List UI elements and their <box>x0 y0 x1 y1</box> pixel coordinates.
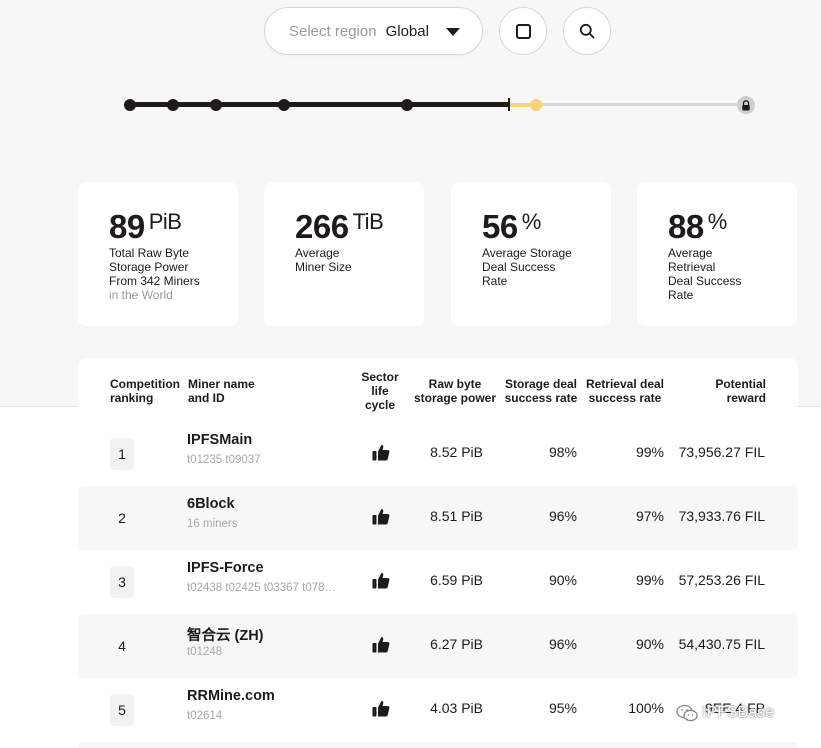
storage-rate: 96% <box>548 636 577 652</box>
watermark: IPFSBase <box>676 704 774 722</box>
rank-badge: 3 <box>110 566 134 598</box>
timeline-current-marker <box>508 98 510 111</box>
rank-badge: 4 <box>118 638 126 654</box>
stat-value: 89 PiB <box>109 208 182 245</box>
search-icon <box>579 23 595 39</box>
miner-id: 16 miners <box>187 518 238 530</box>
search-button[interactable] <box>563 7 611 55</box>
raw-power: 4.03 PiB <box>430 700 483 716</box>
retrieval-rate: 99% <box>635 444 664 460</box>
stat-card-average-miner-size: 266 TiB Average Miner Size <box>264 182 424 326</box>
miner-id: t01248 <box>187 646 223 658</box>
stat-value: 88% <box>668 208 727 245</box>
region-select[interactable]: Select region Global <box>264 7 483 55</box>
watermark-text: IPFSBase <box>702 704 775 721</box>
square-icon <box>515 23 531 39</box>
raw-power: 6.27 PiB <box>430 636 483 652</box>
timeline-step[interactable] <box>401 99 413 111</box>
stat-description: Average Retrieval Deal Success Rate <box>668 246 742 302</box>
timeline-step[interactable] <box>278 99 290 111</box>
thumbs-up-icon <box>372 637 390 653</box>
timeline-step[interactable] <box>167 99 179 111</box>
potential-reward: 73,956.27 FIL <box>678 444 765 460</box>
table-row[interactable]: 1 IPFSMain t01235 t09037 8.52 PiB 98% 99… <box>78 422 798 486</box>
column-header-miner[interactable]: Miner name and ID <box>188 377 255 405</box>
column-header-ranking[interactable]: Competition ranking <box>110 377 180 405</box>
rank-badge: 2 <box>118 510 126 526</box>
miner-name[interactable]: 智合云 (ZH) <box>187 624 264 645</box>
potential-reward: 73,933.76 FIL <box>678 508 765 524</box>
stat-description: Average Miner Size <box>295 246 352 274</box>
retrieval-rate: 99% <box>635 572 664 588</box>
stat-description: Total Raw Byte Storage Power From 342 Mi… <box>109 246 200 302</box>
thumbs-up-icon <box>372 509 390 525</box>
stat-card-total-power: 89 PiB Total Raw Byte Storage Power From … <box>78 182 238 326</box>
column-header-sector[interactable]: Sector life cycle <box>355 370 405 412</box>
stat-description: Average Storage Deal Success Rate <box>482 246 572 288</box>
storage-rate: 98% <box>548 444 577 460</box>
retrieval-rate: 97% <box>635 508 664 524</box>
table-row[interactable]: 3 IPFS-Force t02438 t02425 t03367 t078… … <box>78 550 798 614</box>
miner-name[interactable]: RRMine.com <box>187 688 275 704</box>
timeline-step[interactable] <box>124 99 136 111</box>
stat-value: 266 TiB <box>295 208 384 245</box>
raw-power: 8.52 PiB <box>430 444 483 460</box>
square-button[interactable] <box>499 7 547 55</box>
miner-id: t02438 t02425 t03367 t078… <box>187 582 336 594</box>
miner-name[interactable]: 6Block <box>187 496 235 512</box>
stat-card-retrieval-deal-rate: 88% Average Retrieval Deal Success Rate <box>637 182 797 326</box>
caret-down-icon <box>446 28 460 36</box>
table-row[interactable] <box>78 742 798 748</box>
potential-reward: 57,253.26 FIL <box>678 572 765 588</box>
rank-badge: 1 <box>110 438 134 470</box>
rank-badge: 5 <box>110 694 134 726</box>
lock-icon <box>742 99 750 110</box>
thumbs-up-icon <box>372 573 390 589</box>
region-select-label: Select region <box>289 22 377 40</box>
stat-card-storage-deal-rate: 56% Average Storage Deal Success Rate <box>451 182 611 326</box>
storage-rate: 96% <box>548 508 577 524</box>
timeline-track-completed <box>130 102 509 107</box>
wechat-icon <box>676 704 698 722</box>
timeline-step-current[interactable] <box>530 99 542 111</box>
raw-power: 8.51 PiB <box>430 508 483 524</box>
timeline-track-remaining <box>508 103 746 106</box>
column-header-retrieval-rate[interactable]: Retrieval deal success rate <box>583 377 667 405</box>
table-row[interactable]: 4 智合云 (ZH) t01248 6.27 PiB 96% 90% 54,43… <box>78 614 798 678</box>
storage-rate: 95% <box>548 700 577 716</box>
timeline-lock <box>737 96 755 114</box>
miner-name[interactable]: IPFS-Force <box>187 560 264 576</box>
potential-reward: 54,430.75 FIL <box>678 636 765 652</box>
retrieval-rate: 100% <box>628 700 664 716</box>
storage-rate: 90% <box>548 572 577 588</box>
retrieval-rate: 90% <box>635 636 664 652</box>
timeline-step[interactable] <box>210 99 222 111</box>
miner-id: t01235 t09037 <box>187 454 261 466</box>
miner-name[interactable]: IPFSMain <box>187 432 252 448</box>
region-select-value: Global <box>385 22 429 40</box>
table-row[interactable]: 2 6Block 16 miners 8.51 PiB 96% 97% 73,9… <box>78 486 798 550</box>
thumbs-up-icon <box>372 445 390 461</box>
raw-power: 6.59 PiB <box>430 572 483 588</box>
miner-id: t02614 <box>187 710 223 722</box>
column-header-reward[interactable]: Potential reward <box>690 377 766 405</box>
thumbs-up-icon <box>372 701 390 717</box>
stat-value: 56% <box>482 208 541 245</box>
column-header-raw-power[interactable]: Raw byte storage power <box>410 377 500 405</box>
column-header-storage-rate[interactable]: Storage deal success rate <box>501 377 581 405</box>
progress-timeline <box>120 90 760 120</box>
